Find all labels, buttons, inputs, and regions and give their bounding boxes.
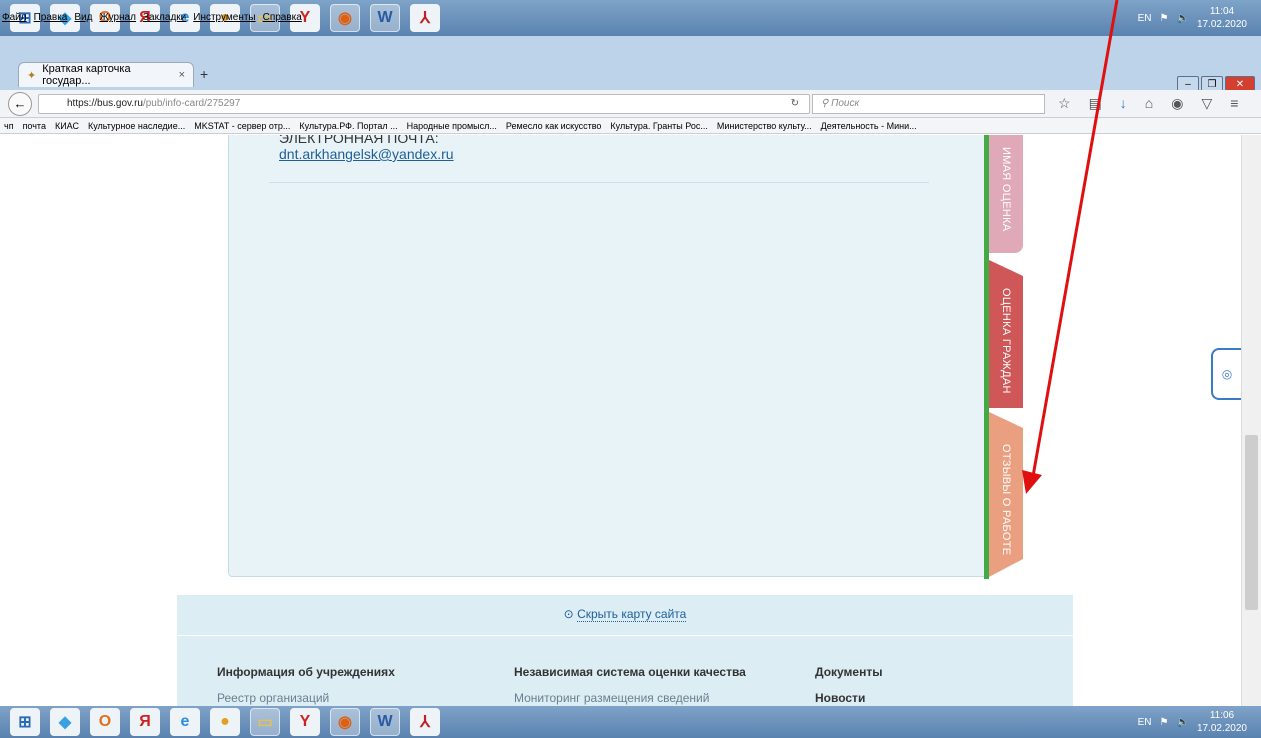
volume-icon[interactable]: 🔈 <box>1176 717 1188 728</box>
yandex-icon[interactable]: Я <box>130 708 160 736</box>
windows-start-icon[interactable]: ⊞ <box>10 708 40 736</box>
language-indicator[interactable]: EN <box>1138 717 1152 728</box>
ie-icon[interactable]: e <box>170 708 200 736</box>
network-icon[interactable]: ⚑ <box>1160 717 1169 728</box>
taskbar-bottom: ⊞ ◆ O Яe ● ▭ Y ◉ W ⅄ EN ⚑ 🔈 11:06 17.02.2020 <box>0 706 1261 738</box>
yandex-browser-icon[interactable]: Y <box>290 708 320 736</box>
app-2-icon[interactable]: ◆ <box>50 708 80 736</box>
word-icon[interactable]: W <box>370 708 400 736</box>
arrow-head <box>1022 470 1042 494</box>
outlook-icon[interactable]: O <box>90 708 120 736</box>
annotation-arrow <box>1022 0 1119 494</box>
firefox-icon[interactable]: ◉ <box>330 708 360 736</box>
folder-icon[interactable]: ▭ <box>250 708 280 736</box>
clock-date: 17.02.2020 <box>1196 723 1247 734</box>
taskbar-apps: ⊞ ◆ O Яe ● ▭ Y ◉ W ⅄ <box>0 708 440 736</box>
acrobat-icon[interactable]: ⅄ <box>410 708 440 736</box>
clock-time: 11:06 <box>1209 710 1235 721</box>
clock[interactable]: 11:06 17.02.2020 <box>1197 709 1247 735</box>
system-tray: EN ⚑ 🔈 11:06 17.02.2020 <box>1138 709 1247 735</box>
arrow-line <box>1030 0 1119 483</box>
chrome-icon[interactable]: ● <box>210 708 240 736</box>
